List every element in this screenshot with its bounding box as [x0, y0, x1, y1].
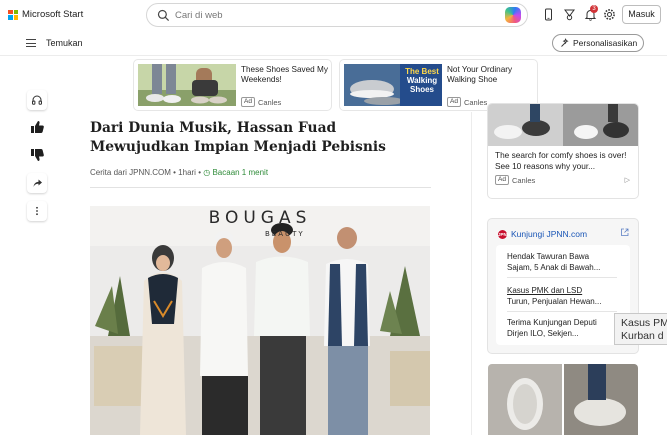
article-meta: Cerita dari JPNN.COM • 1hari • ◷ Bacaan …: [90, 168, 269, 177]
photo-sign-subtext: BEAUTY: [265, 230, 305, 238]
nav-bar: Temukan Personalisasikan: [0, 30, 667, 56]
ad-footer: Ad Canles: [447, 97, 487, 107]
sidebar-ad-footer: Ad Canles: [495, 175, 535, 185]
like-button[interactable]: [27, 117, 47, 137]
sidebar-image-card[interactable]: [488, 364, 638, 435]
listen-button[interactable]: [27, 90, 47, 110]
notification-badge: 3: [590, 5, 598, 13]
ad-label: Ad: [241, 97, 255, 107]
jpnn-logo-icon: JPNN: [498, 229, 511, 239]
rewards-icon[interactable]: [563, 8, 576, 21]
ad-label: Ad: [495, 175, 509, 185]
external-link-icon[interactable]: [620, 228, 629, 237]
ad-image-shoes-1: [138, 64, 236, 106]
column-divider: [471, 112, 472, 435]
link-line-2: Turun, Penjualan Hewan...: [507, 297, 602, 306]
publisher-links-box: Hendak Tawuran Bawa Sajam, 5 Anak di Baw…: [496, 245, 630, 345]
article-source[interactable]: Cerita dari JPNN.COM: [90, 168, 171, 177]
search-placeholder: Cari di web: [175, 10, 223, 21]
search-bar[interactable]: Cari di web: [146, 3, 528, 27]
sign-in-button[interactable]: Masuk: [622, 5, 661, 24]
ad-tile-1[interactable]: These Shoes Saved My Weekends! Ad Canles: [134, 60, 331, 110]
thumbs-up-icon: [31, 121, 44, 133]
link-line-1: Terima Kunjungan Deputi: [507, 318, 597, 327]
link-line-1: Hendak Tawuran Bawa: [507, 252, 590, 261]
ad-headline: These Shoes Saved My Weekends!: [241, 65, 328, 84]
hamburger-menu-icon[interactable]: [26, 39, 36, 47]
ad-advertiser: Canles: [511, 175, 536, 185]
link-line-2: Dirjen ILO, Sekjen...: [507, 329, 579, 338]
ad-overlay-line-3: Shoes: [409, 85, 434, 94]
ad-tile-2[interactable]: The Best Walking Shoes Not Your Ordinary…: [340, 60, 537, 110]
sidebar-ad-image: [488, 104, 638, 146]
brand-logo[interactable]: Microsoft Start: [8, 9, 83, 20]
share-icon: [33, 179, 42, 187]
ad-advertiser: Canles: [463, 97, 488, 107]
mobile-app-icon[interactable]: [542, 8, 555, 21]
discover-menu-label[interactable]: Temukan: [46, 38, 83, 48]
ad-footer: Ad Canles: [241, 97, 281, 107]
search-icon: [157, 9, 170, 22]
link-line-2: Sajam, 5 Anak di Bawah...: [507, 263, 601, 272]
article-photo[interactable]: BOUGAS BEAUTY: [90, 206, 430, 435]
shoe-image: [488, 364, 638, 435]
meta-divider: [90, 187, 431, 188]
link-separator: [507, 311, 617, 312]
photo-sign-text: BOUGAS: [208, 208, 312, 228]
personalize-button[interactable]: Personalisasikan: [552, 34, 644, 52]
article-age: 1hari: [178, 168, 196, 177]
personalize-label: Personalisasikan: [573, 38, 638, 48]
brand-name: Microsoft Start: [22, 9, 84, 20]
hover-tooltip: Kasus PM Kurban d: [614, 313, 667, 345]
headphones-icon: [32, 95, 43, 105]
microsoft-logo-icon: [8, 9, 18, 20]
more-icon: [36, 206, 38, 216]
publisher-link[interactable]: Kunjungi JPNN.com: [511, 229, 587, 239]
article-title: Dari Dunia Musik, Hassan Fuad Mewujudkan…: [90, 120, 386, 155]
publisher-header[interactable]: JPNN Kunjungi JPNN.com: [498, 229, 587, 239]
tooltip-line-2: Kurban d: [621, 330, 664, 342]
ad-label: Ad: [447, 97, 461, 107]
sidebar-ad-card[interactable]: The search for comfy shoes is over! See …: [488, 104, 638, 198]
ad-image-shoes-2: The Best Walking Shoes: [344, 64, 442, 106]
dislike-button[interactable]: [27, 145, 47, 165]
ad-overlay-line-2: Walking: [406, 76, 438, 85]
publisher-link-item-hovered[interactable]: Kasus PMK dan LSD Turun, Penjualan Hewan…: [507, 285, 617, 307]
read-time: Bacaan 1 menit: [212, 168, 269, 177]
more-options-button[interactable]: [27, 201, 47, 221]
copilot-icon[interactable]: [505, 7, 521, 23]
sidebar-ad-caption: The search for comfy shoes is over! See …: [495, 150, 627, 171]
tooltip-line-1: Kasus PM: [621, 317, 667, 329]
ad-advertiser: Canles: [257, 97, 282, 107]
link-line-1: Kasus PMK dan LSD: [507, 286, 583, 295]
publisher-link-item[interactable]: Hendak Tawuran Bawa Sajam, 5 Anak di Baw…: [507, 251, 617, 273]
top-bar: Microsoft Start Cari di web 3 Masuk: [0, 0, 667, 30]
ad-choices-icon[interactable]: ▷: [625, 176, 630, 184]
settings-gear-icon[interactable]: [603, 8, 616, 21]
personalize-icon: [561, 38, 569, 47]
publisher-link-item[interactable]: Terima Kunjungan Deputi Dirjen ILO, Sekj…: [507, 317, 617, 339]
ad-headline: Not Your Ordinary Walking Shoe: [447, 65, 513, 84]
thumbs-down-icon: [31, 149, 44, 161]
share-button[interactable]: [27, 173, 47, 193]
link-separator: [507, 277, 617, 278]
clock-icon: ◷: [203, 168, 211, 177]
ad-overlay-line-1: The Best: [405, 67, 439, 76]
